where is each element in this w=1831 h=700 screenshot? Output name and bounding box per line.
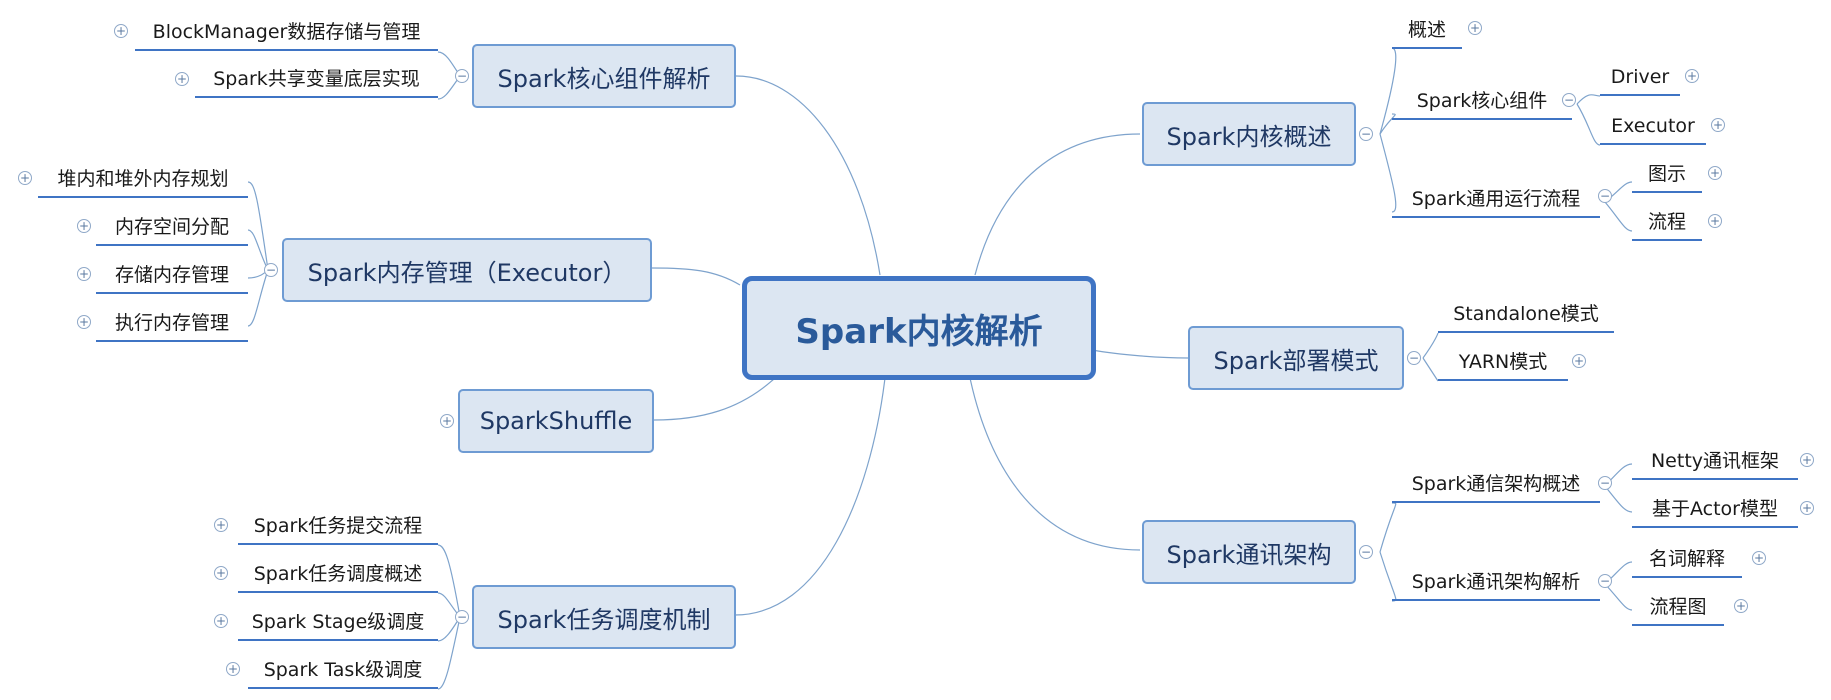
branch-label: Spark任务调度机制 [497, 605, 711, 634]
leaf-label: Spark通用运行流程 [1411, 188, 1581, 210]
expand-toggle-icon[interactable]: + [1752, 551, 1766, 565]
leaf-label: 流程图 [1649, 596, 1707, 618]
leaf-label: 内存空间分配 [114, 216, 229, 238]
leaf-core-components[interactable]: Spark核心组件 [1392, 89, 1572, 120]
branch-memory[interactable]: Spark内存管理（Executor） [282, 238, 652, 302]
leaf-actor-model[interactable]: 基于Actor模型 [1632, 497, 1798, 528]
collapse-toggle-icon[interactable]: − [1359, 127, 1373, 141]
expand-toggle-icon[interactable]: + [77, 219, 91, 233]
branch-label: SparkShuffle [479, 407, 633, 435]
collapse-toggle-icon[interactable]: − [1598, 189, 1612, 203]
leaf-execution-memory[interactable]: 执行内存管理 [96, 311, 248, 342]
leaf-label: 概述 [1407, 19, 1446, 41]
branch-kernel-overview[interactable]: Spark内核概述 [1142, 102, 1356, 166]
leaf-process[interactable]: 流程 [1632, 210, 1702, 241]
expand-toggle-icon[interactable]: + [1572, 354, 1586, 368]
expand-toggle-icon[interactable]: + [77, 267, 91, 281]
expand-toggle-icon[interactable]: + [1708, 214, 1722, 228]
leaf-label: Standalone模式 [1453, 303, 1599, 325]
leaf-driver[interactable]: Driver [1600, 65, 1680, 96]
expand-toggle-icon[interactable]: + [114, 24, 128, 38]
leaf-storage-memory[interactable]: 存储内存管理 [96, 263, 248, 294]
branch-comm[interactable]: Spark通讯架构 [1142, 520, 1356, 584]
leaf-netty[interactable]: Netty通讯框架 [1632, 449, 1798, 480]
leaf-label: BlockManager数据存储与管理 [152, 21, 421, 43]
leaf-diagram[interactable]: 图示 [1632, 162, 1702, 193]
expand-toggle-icon[interactable]: + [1711, 118, 1725, 132]
leaf-label: Spark任务提交流程 [253, 515, 423, 537]
expand-toggle-icon[interactable]: + [18, 171, 32, 185]
leaf-label: Spark核心组件 [1416, 90, 1548, 112]
leaf-label: 堆内和堆外内存规划 [57, 168, 229, 190]
root-node[interactable]: Spark内核解析 [742, 276, 1096, 380]
expand-toggle-icon[interactable]: + [1800, 453, 1814, 467]
expand-toggle-icon[interactable]: + [214, 518, 228, 532]
expand-toggle-icon[interactable]: + [1734, 599, 1748, 613]
leaf-label: 存储内存管理 [114, 264, 229, 286]
leaf-yarn[interactable]: YARN模式 [1438, 350, 1568, 381]
leaf-executor[interactable]: Executor [1600, 114, 1706, 145]
collapse-toggle-icon[interactable]: − [455, 69, 469, 83]
leaf-comm-analysis[interactable]: Spark通讯架构解析 [1392, 570, 1600, 601]
leaf-onheap-offheap[interactable]: 堆内和堆外内存规划 [38, 167, 248, 198]
leaf-general-flow[interactable]: Spark通用运行流程 [1392, 187, 1600, 218]
collapse-toggle-icon[interactable]: − [1598, 476, 1612, 490]
expand-toggle-icon[interactable]: + [214, 566, 228, 580]
leaf-flowchart[interactable]: 流程图 [1632, 595, 1724, 626]
leaf-label: Driver [1610, 66, 1670, 88]
expand-toggle-icon[interactable]: + [226, 662, 240, 676]
leaf-comm-overview[interactable]: Spark通信架构概述 [1392, 472, 1600, 503]
leaf-task-scheduling[interactable]: Spark Task级调度 [248, 658, 438, 689]
leaf-memory-allocation[interactable]: 内存空间分配 [96, 215, 248, 246]
collapse-toggle-icon[interactable]: − [1359, 545, 1373, 559]
leaf-blockmanager[interactable]: BlockManager数据存储与管理 [135, 20, 438, 51]
leaf-label: 执行内存管理 [114, 312, 229, 334]
expand-toggle-icon[interactable]: + [1468, 21, 1482, 35]
leaf-shared-variables[interactable]: Spark共享变量底层实现 [195, 67, 438, 98]
branch-scheduling[interactable]: Spark任务调度机制 [472, 585, 736, 649]
leaf-label: Spark共享变量底层实现 [213, 68, 420, 90]
leaf-label: Spark任务调度概述 [253, 563, 423, 585]
collapse-toggle-icon[interactable]: − [1598, 574, 1612, 588]
branch-shuffle[interactable]: SparkShuffle [458, 389, 654, 453]
leaf-label: Spark Stage级调度 [251, 611, 425, 633]
expand-toggle-icon[interactable]: + [77, 315, 91, 329]
expand-toggle-icon[interactable]: + [1708, 166, 1722, 180]
root-node-label: Spark内核解析 [795, 311, 1043, 352]
branch-deploy[interactable]: Spark部署模式 [1188, 326, 1404, 390]
collapse-toggle-icon[interactable]: − [1562, 93, 1576, 107]
leaf-label: 名词解释 [1648, 548, 1725, 570]
leaf-stage-scheduling[interactable]: Spark Stage级调度 [238, 610, 438, 641]
expand-toggle-icon[interactable]: + [440, 414, 454, 428]
collapse-toggle-icon[interactable]: − [1407, 351, 1421, 365]
leaf-glossary[interactable]: 名词解释 [1632, 547, 1742, 578]
leaf-label: Spark通讯架构解析 [1411, 571, 1581, 593]
collapse-toggle-icon[interactable]: − [264, 263, 278, 277]
leaf-label: 流程 [1647, 211, 1686, 233]
branch-label: Spark部署模式 [1213, 346, 1379, 375]
collapse-toggle-icon[interactable]: − [455, 610, 469, 624]
branch-label: Spark内存管理（Executor） [307, 258, 627, 287]
leaf-job-submit[interactable]: Spark任务提交流程 [238, 514, 438, 545]
expand-toggle-icon[interactable]: + [214, 614, 228, 628]
branch-label: Spark核心组件解析 [497, 64, 711, 93]
leaf-label: Executor [1611, 115, 1695, 137]
leaf-label: Netty通讯框架 [1650, 450, 1780, 472]
leaf-overview[interactable]: 概述 [1392, 18, 1462, 49]
leaf-label: 基于Actor模型 [1652, 498, 1778, 520]
branch-core-components[interactable]: Spark核心组件解析 [472, 44, 736, 108]
leaf-standalone[interactable]: Standalone模式 [1438, 302, 1614, 333]
expand-toggle-icon[interactable]: + [1800, 501, 1814, 515]
leaf-label: Spark通信架构概述 [1411, 473, 1581, 495]
branch-label: Spark内核概述 [1166, 122, 1332, 151]
expand-toggle-icon[interactable]: + [1685, 69, 1699, 83]
leaf-label: YARN模式 [1458, 351, 1548, 373]
leaf-label: 图示 [1647, 163, 1686, 185]
branch-label: Spark通讯架构 [1166, 540, 1332, 569]
leaf-scheduling-overview[interactable]: Spark任务调度概述 [238, 562, 438, 593]
leaf-label: Spark Task级调度 [263, 659, 423, 681]
expand-toggle-icon[interactable]: + [175, 72, 189, 86]
